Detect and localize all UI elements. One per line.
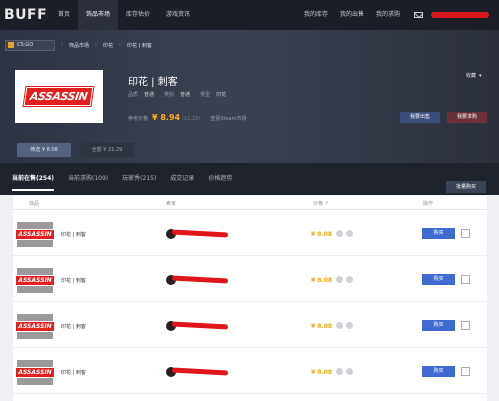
table-row: ASSASSIN 印花 | 刺客 ¥ 8.08 购买 (13, 256, 487, 302)
csgo-icon (8, 42, 14, 48)
steam-market-link[interactable]: 查看Steam市场 (210, 115, 246, 122)
tag-label: 类别 (164, 92, 175, 98)
listing-tabs: 当前在售(254) 当前求购(109) 玩家秀(215) 成交记录 价格趋势 (0, 163, 499, 195)
filter-price-button[interactable]: 筛选 ¥ 8.08 (17, 143, 71, 157)
item-thumbnail[interactable]: ASSASSIN (15, 222, 55, 247)
cart-icon[interactable] (461, 321, 470, 330)
sticker-art: ASSASSIN (15, 367, 55, 378)
inspect-icon[interactable] (336, 276, 343, 283)
col-item: 饰品 (29, 201, 40, 207)
breadcrumb: CS:GO › 饰品市场 › 印花 › 印花 | 刺客 (0, 37, 499, 53)
nav-my-sales[interactable]: 我的出售 (334, 0, 370, 30)
col-seller: 卖家 (166, 201, 177, 207)
nav-inventory-valuation[interactable]: 库存估价 (118, 0, 158, 30)
nav-home[interactable]: 首页 (50, 0, 78, 30)
item-thumbnail[interactable]: ASSASSIN (15, 268, 55, 293)
listing-price: ¥ 8.08 (311, 231, 333, 238)
breadcrumb-current: 印花 | 刺客 (127, 42, 152, 49)
cart-icon[interactable] (461, 229, 470, 238)
listing-price: ¥ 8.08 (311, 323, 333, 330)
reference-price: 参考价格 ¥ 8.94 ($1.28) 查看Steam市场 (128, 113, 246, 122)
tab-price-trend[interactable]: 价格趋势 (208, 163, 232, 195)
table-row: ASSASSIN 印花 | 刺客 ¥ 8.08 购买 (13, 348, 487, 394)
chevron-right-icon: › (119, 42, 122, 48)
tab-player-show[interactable]: 玩家秀(215) (122, 163, 156, 195)
chevron-right-icon: › (61, 42, 63, 48)
all-price-button[interactable]: 全部 ¥ 21.29 (80, 143, 134, 157)
nav-market[interactable]: 饰品市场 (78, 0, 119, 30)
game-label: CS:GO (17, 42, 34, 48)
tab-on-sale[interactable]: 当前在售(254) (12, 163, 55, 195)
nav-game-news[interactable]: 游戏资讯 (158, 0, 198, 30)
tab-trade-records[interactable]: 成交记录 (170, 163, 194, 195)
nav-my-buy-orders[interactable]: 我的求购 (370, 0, 406, 30)
buy-button[interactable]: 购买 (422, 274, 455, 285)
buff-logo[interactable]: BUFF (0, 7, 50, 23)
inspect-icon[interactable] (336, 230, 343, 237)
buy-button[interactable]: 购买 (422, 320, 455, 331)
cart-icon[interactable] (461, 275, 470, 284)
item-name[interactable]: 印花 | 刺客 (61, 369, 86, 376)
sell-button[interactable]: 我要出售 (400, 112, 440, 123)
redacted-seller-name[interactable] (171, 321, 229, 330)
table-header: 饰品 卖家 价格 ↑ 操作 (13, 196, 487, 210)
tab-buy-orders[interactable]: 当前求购(109) (68, 163, 108, 195)
inspect-icon[interactable] (336, 368, 343, 375)
collect-button[interactable]: 收藏 ▾ (466, 72, 482, 79)
sticker-art: ASSASSIN (15, 275, 55, 286)
mail-icon[interactable] (414, 12, 423, 18)
tag-value[interactable]: 普通 (177, 91, 194, 98)
item-name[interactable]: 印花 | 刺客 (61, 323, 86, 330)
preview-icon[interactable] (346, 276, 353, 283)
item-thumbnail[interactable]: ASSASSIN (15, 314, 55, 339)
chevron-down-icon: ▾ (479, 73, 482, 79)
game-selector[interactable]: CS:GO (5, 39, 55, 51)
bulk-buy-button[interactable]: 批量购买 (446, 181, 486, 193)
sticker-art: ASSASSIN (24, 87, 94, 106)
redacted-seller-name[interactable] (171, 229, 229, 238)
ref-price-value: ¥ 8.94 (152, 113, 181, 122)
tag-label: 品质 (128, 92, 139, 98)
preview-icon[interactable] (346, 368, 353, 375)
col-price[interactable]: 价格 ↑ (313, 200, 329, 207)
nav-right: 我的库存 我的出售 我的求购 (298, 0, 499, 30)
listing-table: 饰品 卖家 价格 ↑ 操作 ASSASSIN 印花 | 刺客 ¥ 8.08 购买… (13, 196, 487, 401)
preview-icon[interactable] (346, 230, 353, 237)
nav-my-inventory[interactable]: 我的库存 (298, 0, 334, 30)
listing-price: ¥ 8.08 (311, 277, 333, 284)
ref-price-usd: ($1.28) (182, 116, 201, 122)
tag-label: 类型 (200, 92, 211, 98)
redacted-username[interactable] (431, 12, 489, 18)
ref-price-label: 参考价格 (128, 116, 149, 122)
buy-request-button[interactable]: 我要求购 (447, 112, 487, 123)
item-tags: 品质 普通 类别 普通 类型 印花 (128, 91, 236, 98)
top-navigation: BUFF 首页 饰品市场 库存估价 游戏资讯 我的库存 我的出售 我的求购 (0, 0, 499, 30)
breadcrumb-market[interactable]: 饰品市场 (69, 42, 89, 49)
col-action: 操作 (423, 201, 434, 207)
item-name[interactable]: 印花 | 刺客 (61, 277, 86, 284)
inspect-icon[interactable] (336, 322, 343, 329)
buy-button[interactable]: 购买 (422, 366, 455, 377)
tag-value[interactable]: 印花 (213, 91, 230, 98)
cart-icon[interactable] (461, 367, 470, 376)
table-row: ASSASSIN 印花 | 刺客 ¥ 8.08 购买 (13, 302, 487, 348)
item-title: 印花 | 刺客 (128, 77, 178, 88)
preview-icon[interactable] (346, 322, 353, 329)
chevron-right-icon: › (95, 42, 98, 48)
table-row: ASSASSIN 印花 | 刺客 ¥ 8.08 购买 (13, 210, 487, 256)
item-thumbnail[interactable]: ASSASSIN (15, 360, 55, 385)
sticker-art: ASSASSIN (15, 229, 55, 240)
tag-value[interactable]: 普通 (141, 91, 158, 98)
listing-price: ¥ 8.08 (311, 369, 333, 376)
buy-button[interactable]: 购买 (422, 228, 455, 239)
item-name[interactable]: 印花 | 刺客 (61, 231, 86, 238)
redacted-seller-name[interactable] (171, 275, 229, 284)
item-image: ASSASSIN (15, 70, 103, 123)
redacted-seller-name[interactable] (171, 367, 229, 376)
sticker-art: ASSASSIN (15, 321, 55, 332)
breadcrumb-sticker[interactable]: 印花 (103, 42, 113, 49)
